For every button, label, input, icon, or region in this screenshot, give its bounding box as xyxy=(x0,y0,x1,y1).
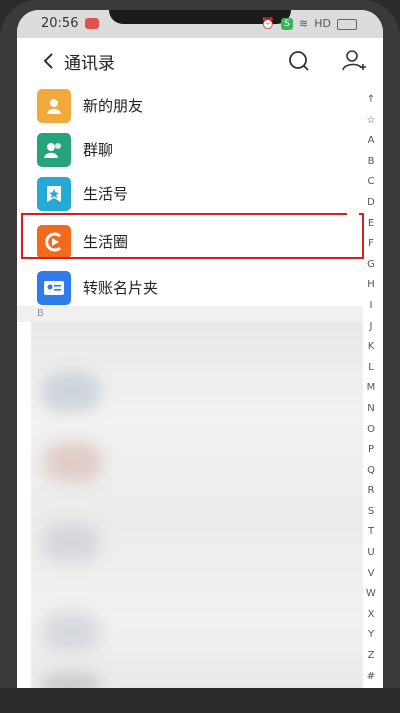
add-contact-icon[interactable] xyxy=(341,48,367,74)
card-icon xyxy=(37,271,71,305)
index-letter[interactable]: ☆ xyxy=(367,111,376,132)
index-letter[interactable]: Q xyxy=(367,461,375,482)
group-icon xyxy=(37,133,71,167)
highlight-box xyxy=(21,213,364,259)
list-item-label: 新的朋友 xyxy=(83,97,144,115)
index-letter[interactable]: H xyxy=(367,275,375,296)
index-letter[interactable]: E xyxy=(368,214,374,235)
app-badge-icon: S xyxy=(281,18,294,30)
header: 通讯录 xyxy=(17,38,383,84)
battery-icon xyxy=(337,18,357,30)
index-letter[interactable]: O xyxy=(367,420,375,441)
alarm-icon: ⏰ xyxy=(261,17,276,30)
list-item-new-friends[interactable]: 新的朋友 xyxy=(17,84,357,128)
status-bar: 20:56 ⏰ S ≋ HD xyxy=(17,10,383,38)
list-item-life-account[interactable]: 生活号 xyxy=(17,172,357,216)
screen: 20:56 ⏰ S ≋ HD 通讯录 新的朋友 群聊 生活号 生活圈 转账名片夹… xyxy=(17,10,383,713)
status-time: 20:56 xyxy=(41,16,79,31)
index-letter[interactable]: N xyxy=(367,399,374,420)
list-item-label: 群聊 xyxy=(83,141,114,159)
index-letter[interactable]: ↑ xyxy=(367,90,375,111)
index-letter[interactable]: B xyxy=(368,152,375,173)
status-icons: ⏰ S ≋ HD xyxy=(261,10,357,38)
index-letter[interactable]: # xyxy=(367,667,375,688)
index-letter[interactable]: K xyxy=(368,337,375,358)
index-letter[interactable]: J xyxy=(370,317,373,338)
index-letter[interactable]: P xyxy=(368,440,374,461)
list-item-label: 生活号 xyxy=(83,185,129,203)
index-letter[interactable]: W xyxy=(366,584,376,605)
section-header: B xyxy=(17,306,363,322)
index-letter[interactable]: G xyxy=(367,255,375,276)
index-letter[interactable]: L xyxy=(368,358,374,379)
list-item-label: 转账名片夹 xyxy=(83,279,159,297)
person-icon xyxy=(37,89,71,123)
alphabet-index-bar[interactable]: ↑ ☆ A B C D E F G H I J K L M N O P Q R S T U V W X Y Z # xyxy=(362,90,380,710)
index-letter[interactable]: T xyxy=(368,522,374,543)
notification-icon xyxy=(85,18,99,29)
bottom-bezel xyxy=(0,688,400,713)
index-letter[interactable]: F xyxy=(368,234,374,255)
wifi-icon: ≋ xyxy=(299,17,309,30)
highlight-gap xyxy=(347,210,359,216)
star-badge-icon xyxy=(37,177,71,211)
page-title: 通讯录 xyxy=(64,54,115,74)
list-item-group-chat[interactable]: 群聊 xyxy=(17,128,357,172)
index-letter[interactable]: U xyxy=(367,543,374,564)
index-letter[interactable]: M xyxy=(367,378,376,399)
list-item-transfer-cards[interactable]: 转账名片夹 xyxy=(17,266,357,310)
index-letter[interactable]: C xyxy=(368,172,375,193)
blurred-contact-list xyxy=(31,322,363,713)
index-letter[interactable]: R xyxy=(368,481,375,502)
index-letter[interactable]: Z xyxy=(368,646,375,667)
index-letter[interactable]: V xyxy=(368,564,375,585)
network-label: HD xyxy=(314,17,331,30)
index-letter[interactable]: X xyxy=(368,605,375,626)
back-arrow-icon[interactable] xyxy=(39,51,59,71)
index-letter[interactable]: A xyxy=(368,131,375,152)
index-letter[interactable]: I xyxy=(370,296,373,317)
index-letter[interactable]: D xyxy=(367,193,375,214)
index-letter[interactable]: S xyxy=(368,502,374,523)
index-letter[interactable]: Y xyxy=(368,625,374,646)
search-icon[interactable] xyxy=(287,49,311,73)
